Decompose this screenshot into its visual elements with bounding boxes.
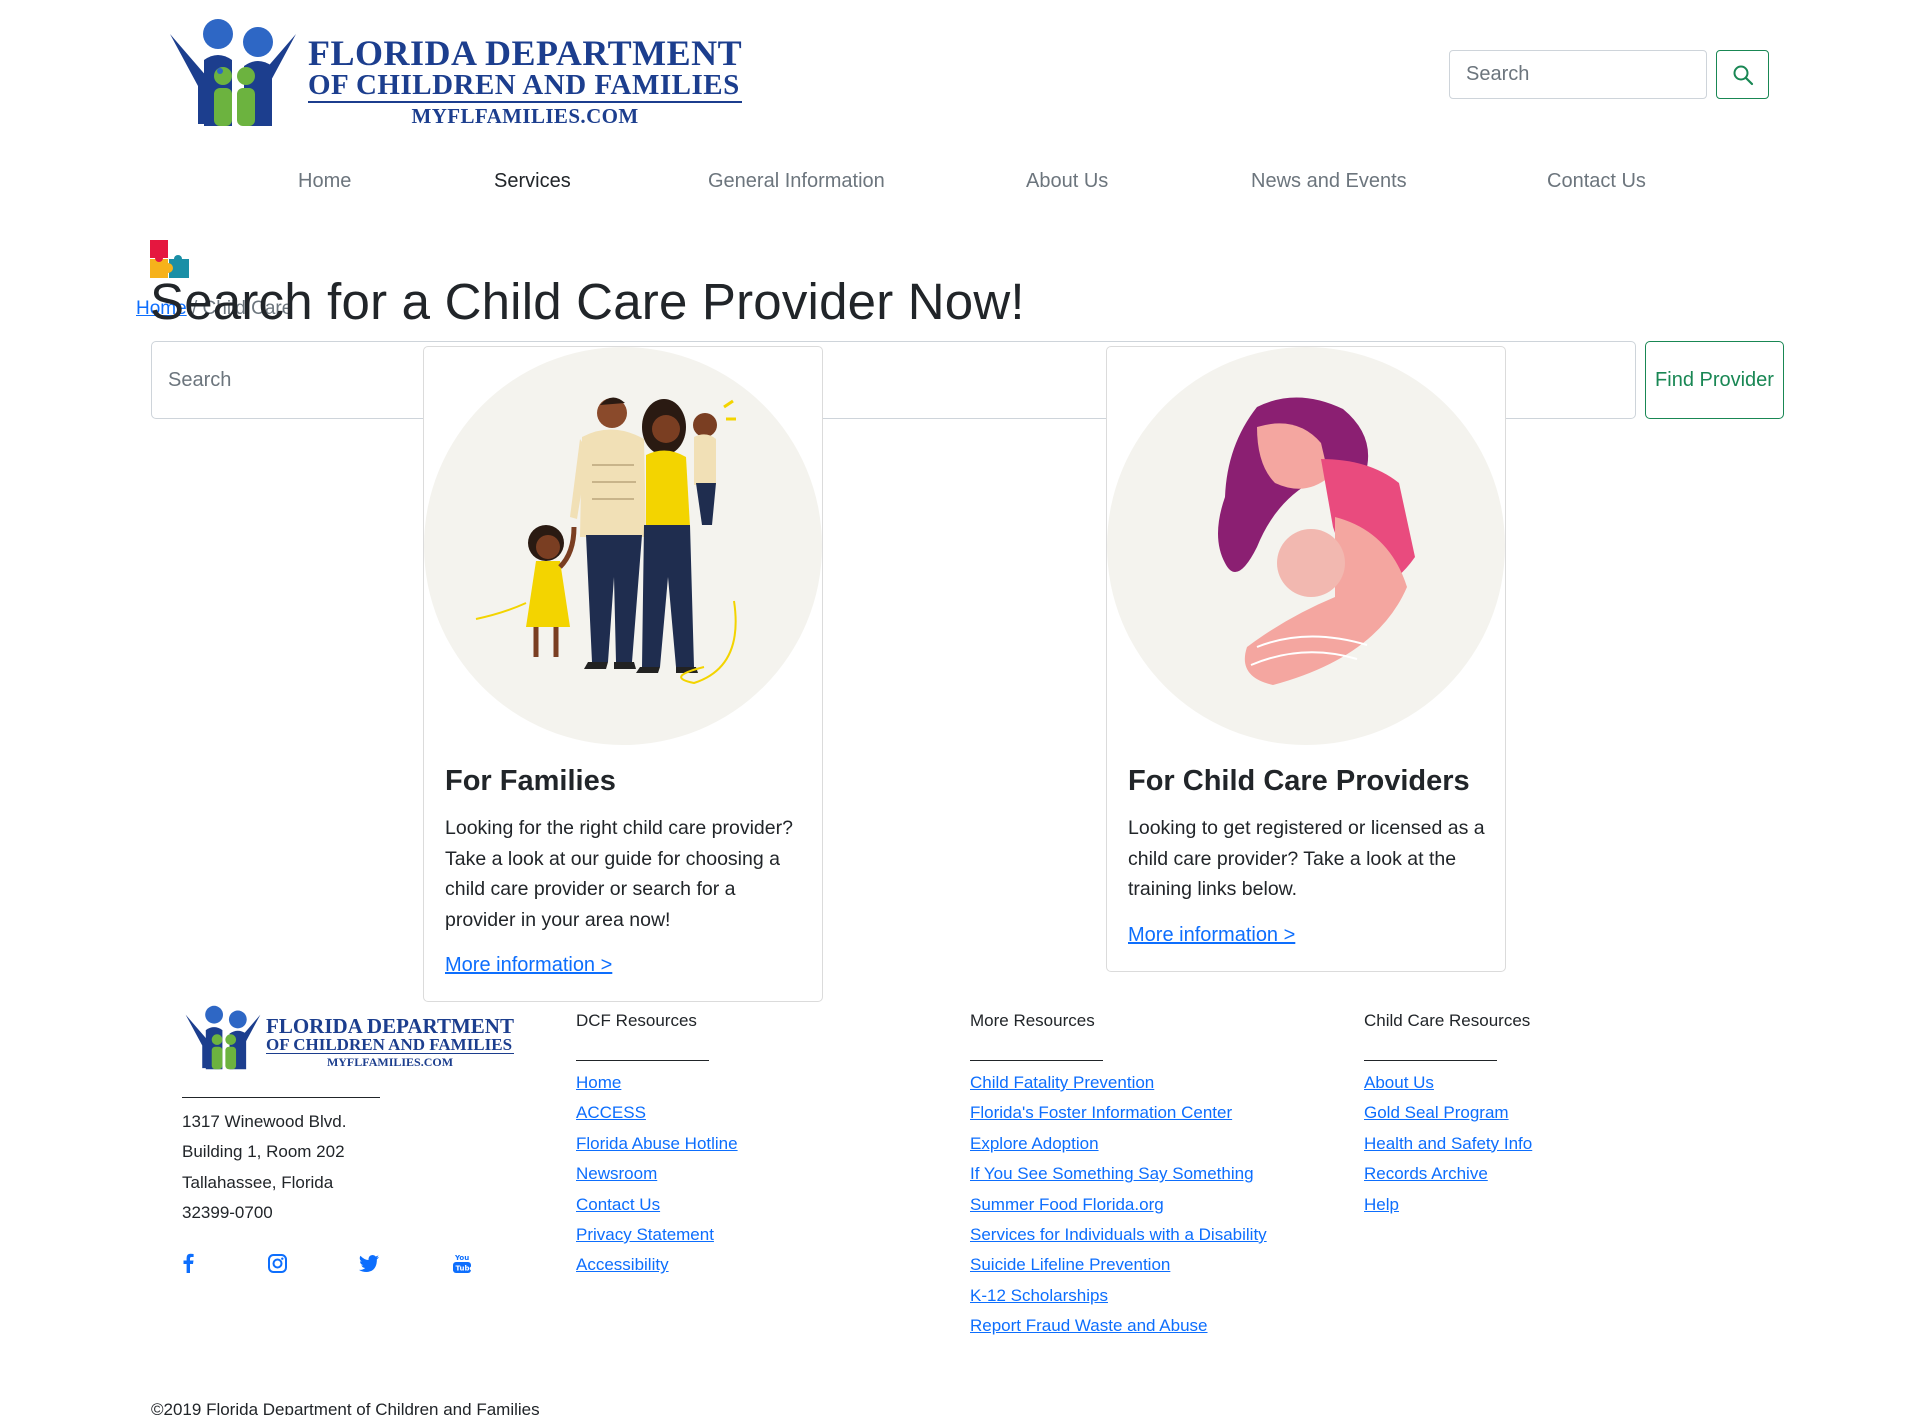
svg-text:You: You <box>454 1254 469 1262</box>
card-for-providers: For Child Care Providers Looking to get … <box>1106 346 1506 972</box>
main-nav: Home Services General Information About … <box>0 170 1920 204</box>
footer-link[interactable]: Suicide Lifeline Prevention <box>970 1250 1267 1280</box>
footer-link[interactable]: Help <box>1364 1190 1532 1220</box>
logo-line-1: FLORIDA DEPARTMENT <box>308 33 743 73</box>
footer-heading-dcf-resources: DCF Resources <box>576 1011 697 1030</box>
card-more-info-link[interactable]: More information > <box>445 954 612 977</box>
header-search-button[interactable] <box>1716 50 1769 99</box>
footer-link[interactable]: About Us <box>1364 1068 1532 1098</box>
footer-address: 1317 Winewood Blvd. Building 1, Room 202… <box>182 1107 346 1229</box>
facebook-icon[interactable] <box>177 1252 199 1274</box>
nav-item-home[interactable]: Home <box>298 170 351 193</box>
footer-heading-child-care-resources: Child Care Resources <box>1364 1011 1531 1030</box>
svg-text:Tube: Tube <box>456 1264 472 1272</box>
card-more-info-link[interactable]: More information > <box>1128 924 1295 947</box>
footer-heading-more-resources: More Resources <box>970 1011 1095 1030</box>
footer-link[interactable]: Home <box>576 1068 738 1098</box>
footer-links-dcf-resources: Home ACCESS Florida Abuse Hotline Newsro… <box>576 1068 738 1281</box>
nav-item-general-information[interactable]: General Information <box>708 170 885 193</box>
card-title: For Child Care Providers <box>1128 765 1470 797</box>
footer-link[interactable]: Health and Safety Info <box>1364 1129 1532 1159</box>
search-icon <box>1733 65 1753 85</box>
footer-links-more-resources: Child Fatality Prevention Florida's Fost… <box>970 1068 1267 1342</box>
address-line: Building 1, Room 202 <box>182 1142 345 1162</box>
twitter-icon[interactable] <box>358 1252 380 1274</box>
nav-item-news-and-events[interactable]: News and Events <box>1251 170 1407 193</box>
footer-link[interactable]: Contact Us <box>576 1190 738 1220</box>
footer-divider <box>576 1060 709 1061</box>
footer-link[interactable]: Services for Individuals with a Disabili… <box>970 1220 1267 1250</box>
header-search-input[interactable] <box>1449 50 1707 99</box>
logo-family-icon <box>185 1005 261 1070</box>
footer-link[interactable]: Gold Seal Program <box>1364 1098 1532 1128</box>
address-line: 32399-0700 <box>182 1203 273 1223</box>
footer-link[interactable]: ACCESS <box>576 1098 738 1128</box>
footer-links-child-care-resources: About Us Gold Seal Program Health and Sa… <box>1364 1068 1532 1220</box>
card-for-families: For Families Looking for the right child… <box>423 346 823 1002</box>
footer-link[interactable]: Florida's Foster Information Center <box>970 1098 1267 1128</box>
instagram-icon[interactable] <box>266 1252 288 1274</box>
card-title: For Families <box>445 765 616 797</box>
footer-link[interactable]: Privacy Statement <box>576 1220 738 1250</box>
nav-item-about-us[interactable]: About Us <box>1026 170 1108 193</box>
footer-divider <box>182 1097 380 1098</box>
logo-line-3: MYFLFAMILIES.COM <box>411 104 639 128</box>
footer-link[interactable]: K-12 Scholarships <box>970 1281 1267 1311</box>
nav-item-contact-us[interactable]: Contact Us <box>1547 170 1646 193</box>
nav-item-services[interactable]: Services <box>494 170 571 193</box>
footer-divider <box>970 1060 1103 1061</box>
site-logo[interactable]: FLORIDA DEPARTMENT OF CHILDREN AND FAMIL… <box>168 16 743 134</box>
footer-link[interactable]: If You See Something Say Something <box>970 1159 1267 1189</box>
youtube-icon[interactable]: You Tube <box>451 1252 473 1274</box>
address-line: Tallahassee, Florida <box>182 1172 334 1192</box>
copyright-text: ©2019 Florida Department of Children and… <box>151 1400 540 1415</box>
footer-link[interactable]: Newsroom <box>576 1159 738 1189</box>
family-illustration <box>424 347 822 745</box>
footer-logo-line-1: FLORIDA DEPARTMENT <box>266 1014 514 1038</box>
footer-logo-wordmark: FLORIDA DEPARTMENT OF CHILDREN AND FAMIL… <box>266 1016 514 1070</box>
footer-link[interactable]: Summer Food Florida.org <box>970 1190 1267 1220</box>
footer-link[interactable]: Child Fatality Prevention <box>970 1068 1267 1098</box>
footer-link[interactable]: Florida Abuse Hotline <box>576 1129 738 1159</box>
card-text: Looking to get registered or licensed as… <box>1128 817 1485 900</box>
page-title: Search for a Child Care Provider Now! <box>150 273 1025 330</box>
address-line: 1317 Winewood Blvd. <box>182 1112 347 1131</box>
logo-wordmark: FLORIDA DEPARTMENT OF CHILDREN AND FAMIL… <box>308 33 743 129</box>
find-provider-button[interactable]: Find Provider <box>1645 341 1784 419</box>
mother-baby-illustration <box>1107 347 1505 745</box>
footer-logo[interactable]: FLORIDA DEPARTMENT OF CHILDREN AND FAMIL… <box>182 1004 514 1076</box>
footer-divider <box>1364 1060 1497 1061</box>
footer-link[interactable]: Report Fraud Waste and Abuse <box>970 1311 1267 1341</box>
footer-link[interactable]: Accessibility <box>576 1250 738 1280</box>
footer-link[interactable]: Records Archive <box>1364 1159 1532 1189</box>
logo-family-icon <box>170 19 296 126</box>
logo-line-2: OF CHILDREN AND FAMILIES <box>308 70 743 103</box>
footer-logo-line-3: MYFLFAMILIES.COM <box>326 1055 454 1069</box>
footer-link[interactable]: Explore Adoption <box>970 1129 1267 1159</box>
footer-logo-line-2: OF CHILDREN AND FAMILIES <box>266 1035 514 1054</box>
card-text: Looking for the right child care provide… <box>445 817 793 931</box>
